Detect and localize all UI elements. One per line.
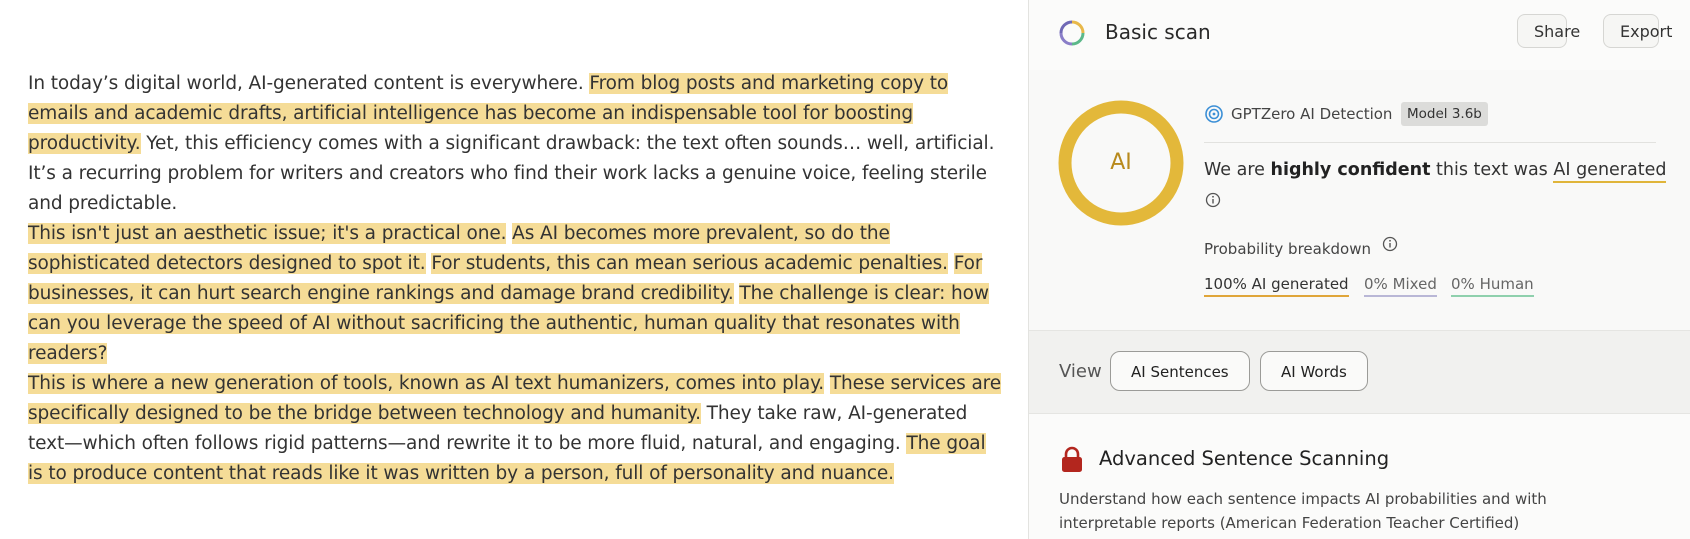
- ai-sentences-button[interactable]: AI Sentences: [1110, 351, 1250, 391]
- view-toolbar: View AI Sentences AI Words: [1029, 331, 1690, 414]
- scan-header: Basic scan Share Export: [1029, 0, 1690, 71]
- confidence-middle: this text was: [1430, 160, 1554, 180]
- lock-icon: [1062, 446, 1082, 472]
- paragraph: This isn't just an aesthetic issue; it's…: [28, 219, 1003, 369]
- scan-title: Basic scan: [1105, 20, 1211, 44]
- plain-text: [948, 253, 954, 274]
- stat-mixed: 0% Mixed: [1364, 275, 1437, 297]
- paragraph: This is where a new generation of tools,…: [28, 369, 1003, 489]
- share-button[interactable]: Share: [1517, 14, 1580, 48]
- highlighted-sentence: This is where a new generation of tools,…: [28, 373, 825, 394]
- view-label: View: [1059, 361, 1102, 382]
- plain-text: Yet, this efficiency comes with a signif…: [28, 133, 995, 214]
- advanced-title: Advanced Sentence Scanning: [1099, 447, 1390, 470]
- scan-panel: Basic scan Share Export AI GPTZero AI De…: [1028, 0, 1690, 539]
- highlighted-sentence: This isn't just an aesthetic issue; it's…: [28, 223, 507, 244]
- model-badge: Model 3.6b: [1401, 102, 1488, 126]
- ring-label: AI: [1110, 150, 1132, 175]
- info-circle-icon[interactable]: [1205, 192, 1221, 208]
- divider: [1204, 142, 1656, 143]
- export-button[interactable]: Export: [1603, 14, 1672, 48]
- detector-name: GPTZero AI Detection: [1231, 105, 1393, 123]
- highlighted-sentence: For students, this can mean serious acad…: [431, 253, 948, 274]
- plain-text: [824, 373, 830, 394]
- paragraph: In today’s digital world, AI-generated c…: [28, 69, 1003, 219]
- stat-human: 0% Human: [1451, 275, 1534, 297]
- plain-text: In today’s digital world, AI-generated c…: [28, 73, 590, 94]
- stat-ai-generated: 100% AI generated: [1204, 275, 1349, 297]
- advanced-description: Understand how each sentence impacts AI …: [1059, 490, 1547, 532]
- ai-words-button[interactable]: AI Words: [1260, 351, 1368, 391]
- document-body: In today’s digital world, AI-generated c…: [28, 69, 1003, 489]
- detection-result: AI GPTZero AI Detection Model 3.6b We ar…: [1029, 70, 1690, 331]
- info-circle-icon[interactable]: [1382, 236, 1398, 252]
- confidence-statement: We are highly confident this text was AI…: [1204, 160, 1667, 183]
- circle-segments-icon: [1059, 20, 1085, 46]
- target-icon: [1205, 105, 1223, 123]
- advanced-scanning-section: Advanced Sentence Scanning Understand ho…: [1029, 414, 1690, 539]
- probability-breakdown-label: Probability breakdown: [1204, 240, 1371, 258]
- confidence-level: highly confident: [1270, 160, 1431, 180]
- confidence-result: AI generated: [1553, 160, 1667, 183]
- confidence-prefix: We are: [1204, 160, 1271, 180]
